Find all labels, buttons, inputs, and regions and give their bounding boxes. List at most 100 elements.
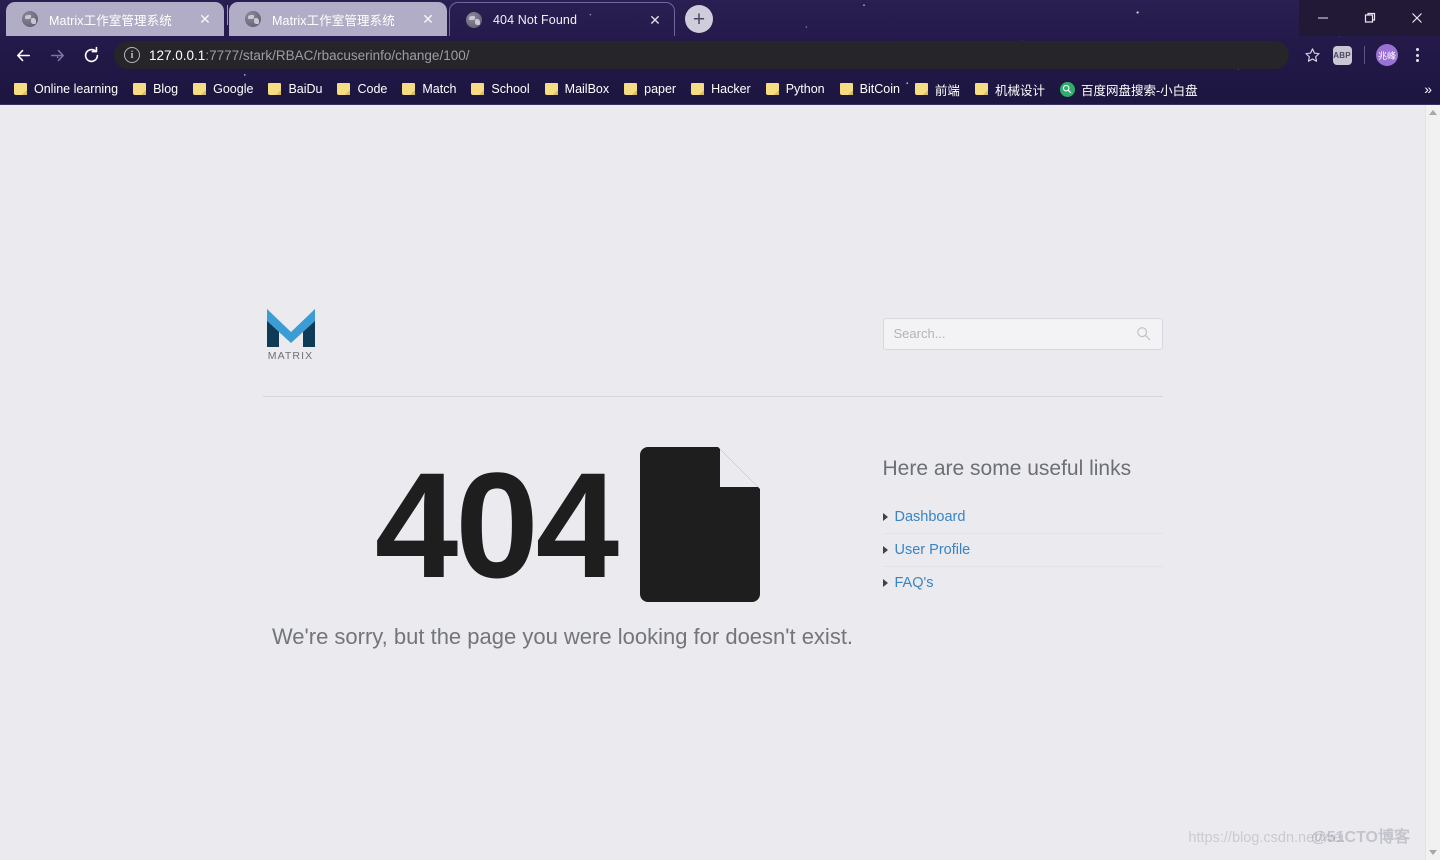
useful-links-title: Here are some useful links bbox=[882, 457, 1132, 480]
bookmark-hacker[interactable]: Hacker bbox=[687, 79, 758, 99]
bookmark-label: BitCoin bbox=[859, 82, 900, 96]
browser-tab-1[interactable]: Matrix工作室管理系统 ✕ bbox=[6, 2, 224, 36]
url-text: 127.0.0.1:7777/stark/RBAC/rbacuserinfo/c… bbox=[149, 48, 469, 63]
link-faqs[interactable]: FAQ's bbox=[895, 575, 934, 591]
reload-icon[interactable] bbox=[74, 39, 108, 71]
bookmark-label: School bbox=[491, 82, 530, 96]
tab-favicon bbox=[22, 11, 38, 27]
tab-favicon bbox=[466, 11, 482, 28]
browser-window: Matrix工作室管理系统 ✕ Matrix工作室管理系统 ✕ 404 Not … bbox=[0, 0, 1440, 860]
search-input[interactable] bbox=[893, 326, 1136, 341]
tab-close-icon[interactable]: ✕ bbox=[196, 10, 214, 28]
error-body: 404 We're sorry, but the page you were l… bbox=[263, 397, 1163, 650]
bookmarks-bar: Online learning Blog Google BaiDu Code M… bbox=[0, 74, 1440, 104]
browser-tab-2[interactable]: Matrix工作室管理系统 ✕ bbox=[229, 2, 447, 36]
search-icon[interactable] bbox=[1136, 326, 1152, 341]
tab-close-icon[interactable]: ✕ bbox=[419, 10, 437, 28]
bookmark-label: Online learning bbox=[34, 82, 119, 96]
close-icon[interactable] bbox=[1393, 0, 1440, 36]
vertical-scrollbar[interactable] bbox=[1425, 105, 1440, 860]
forward-arrow-icon[interactable] bbox=[40, 39, 74, 71]
list-item[interactable]: User Profile bbox=[882, 534, 1163, 567]
bookmarks-overflow-button[interactable]: » bbox=[1424, 74, 1432, 104]
folder-icon bbox=[268, 83, 282, 95]
bookmark-match[interactable]: Match bbox=[398, 79, 463, 99]
browser-chrome: Matrix工作室管理系统 ✕ Matrix工作室管理系统 ✕ 404 Not … bbox=[0, 0, 1440, 105]
bookmark-school[interactable]: School bbox=[467, 79, 536, 99]
info-circle-icon[interactable]: i bbox=[124, 47, 140, 63]
bookmark-mailbox[interactable]: MailBox bbox=[541, 79, 616, 99]
bookmark-paper[interactable]: paper bbox=[620, 79, 683, 99]
useful-links-panel: Here are some useful links Dashboard Use… bbox=[863, 447, 1163, 650]
folder-icon bbox=[624, 83, 638, 95]
bookmark-label: Code bbox=[357, 82, 388, 96]
back-arrow-icon[interactable] bbox=[6, 39, 40, 71]
caret-right-icon bbox=[882, 546, 888, 554]
folder-icon bbox=[14, 83, 27, 95]
folder-icon bbox=[839, 83, 853, 95]
new-tab-button[interactable]: + bbox=[685, 5, 713, 33]
bookmark-label: Hacker bbox=[711, 82, 751, 96]
tab-title: Matrix工作室管理系统 bbox=[49, 13, 172, 28]
maximize-icon[interactable] bbox=[1346, 0, 1393, 36]
folder-icon bbox=[337, 83, 351, 95]
bookmark-python[interactable]: Python bbox=[762, 79, 832, 99]
folder-icon bbox=[193, 83, 207, 95]
error-graphic-column: 404 We're sorry, but the page you were l… bbox=[263, 447, 863, 650]
url-path: :7777/stark/RBAC/rbacuserinfo/change/100… bbox=[205, 47, 470, 63]
bookmark-frontend[interactable]: 前端 bbox=[911, 77, 967, 102]
folder-icon bbox=[402, 83, 416, 95]
minimize-icon[interactable] bbox=[1299, 0, 1346, 36]
window-controls bbox=[1299, 0, 1440, 36]
folder-icon bbox=[133, 83, 147, 95]
caret-right-icon bbox=[882, 513, 888, 521]
bookmark-blog[interactable]: Blog bbox=[129, 79, 185, 99]
error-page: MATRIX 404 bbox=[0, 105, 1425, 860]
bookmark-baidu[interactable]: BaiDu bbox=[264, 79, 329, 99]
error-code-row: 404 bbox=[273, 447, 863, 602]
tab-separator bbox=[227, 5, 228, 25]
folder-icon bbox=[544, 83, 558, 95]
abp-extension-icon[interactable]: ABP bbox=[1327, 40, 1357, 70]
tab-favicon bbox=[245, 11, 261, 27]
bookmark-label: paper bbox=[644, 82, 677, 96]
list-item[interactable]: FAQ's bbox=[882, 567, 1163, 599]
address-bar[interactable]: i 127.0.0.1:7777/stark/RBAC/rbacuserinfo… bbox=[114, 41, 1289, 69]
bookmark-label: Match bbox=[422, 82, 457, 96]
list-item[interactable]: Dashboard bbox=[882, 501, 1163, 534]
bookmark-label: BaiDu bbox=[288, 82, 323, 96]
abp-label: ABP bbox=[1332, 45, 1352, 65]
avatar[interactable]: 兆峰 bbox=[1372, 40, 1402, 70]
browser-tab-3-active[interactable]: 404 Not Found ✕ bbox=[449, 2, 675, 36]
tab-close-icon[interactable]: ✕ bbox=[646, 11, 664, 29]
folder-icon bbox=[471, 83, 485, 95]
bookmark-label: 百度网盘搜索-小白盘 bbox=[1080, 83, 1198, 98]
page-header: MATRIX bbox=[262, 305, 1163, 397]
matrix-logo: MATRIX bbox=[263, 305, 319, 362]
bookmark-mechanical-design[interactable]: 机械设计 bbox=[971, 77, 1052, 102]
bookmark-label: Google bbox=[213, 82, 254, 96]
matrix-wordmark: MATRIX bbox=[267, 350, 314, 362]
bookmark-label: Python bbox=[785, 82, 825, 96]
bookmark-online-learning[interactable]: Online learning bbox=[10, 79, 125, 99]
bookmark-google[interactable]: Google bbox=[189, 79, 260, 99]
scroll-down-arrow-icon[interactable] bbox=[1426, 845, 1440, 860]
link-user-profile[interactable]: User Profile bbox=[895, 542, 971, 558]
link-dashboard[interactable]: Dashboard bbox=[895, 509, 966, 525]
folder-icon bbox=[765, 83, 779, 95]
page-viewport: MATRIX 404 bbox=[0, 105, 1440, 860]
browser-toolbar: i 127.0.0.1:7777/stark/RBAC/rbacuserinfo… bbox=[0, 36, 1440, 74]
url-host: 127.0.0.1 bbox=[149, 47, 206, 63]
avatar-label: 兆峰 bbox=[1376, 44, 1398, 66]
tab-title: Matrix工作室管理系统 bbox=[272, 13, 395, 28]
kebab-menu-icon[interactable] bbox=[1402, 40, 1432, 70]
search-box[interactable] bbox=[882, 317, 1163, 350]
error-message: We're sorry, but the page you were looki… bbox=[271, 624, 854, 649]
scroll-up-arrow-icon[interactable] bbox=[1426, 105, 1440, 120]
bookmark-label: 前端 bbox=[934, 83, 960, 98]
folder-icon bbox=[974, 83, 988, 95]
bookmark-baidu-pan-search[interactable]: 百度网盘搜索-小白盘 bbox=[1056, 77, 1205, 102]
star-icon[interactable] bbox=[1297, 40, 1327, 70]
bookmark-code[interactable]: Code bbox=[333, 79, 394, 99]
bookmark-bitcoin[interactable]: BitCoin bbox=[836, 79, 907, 99]
